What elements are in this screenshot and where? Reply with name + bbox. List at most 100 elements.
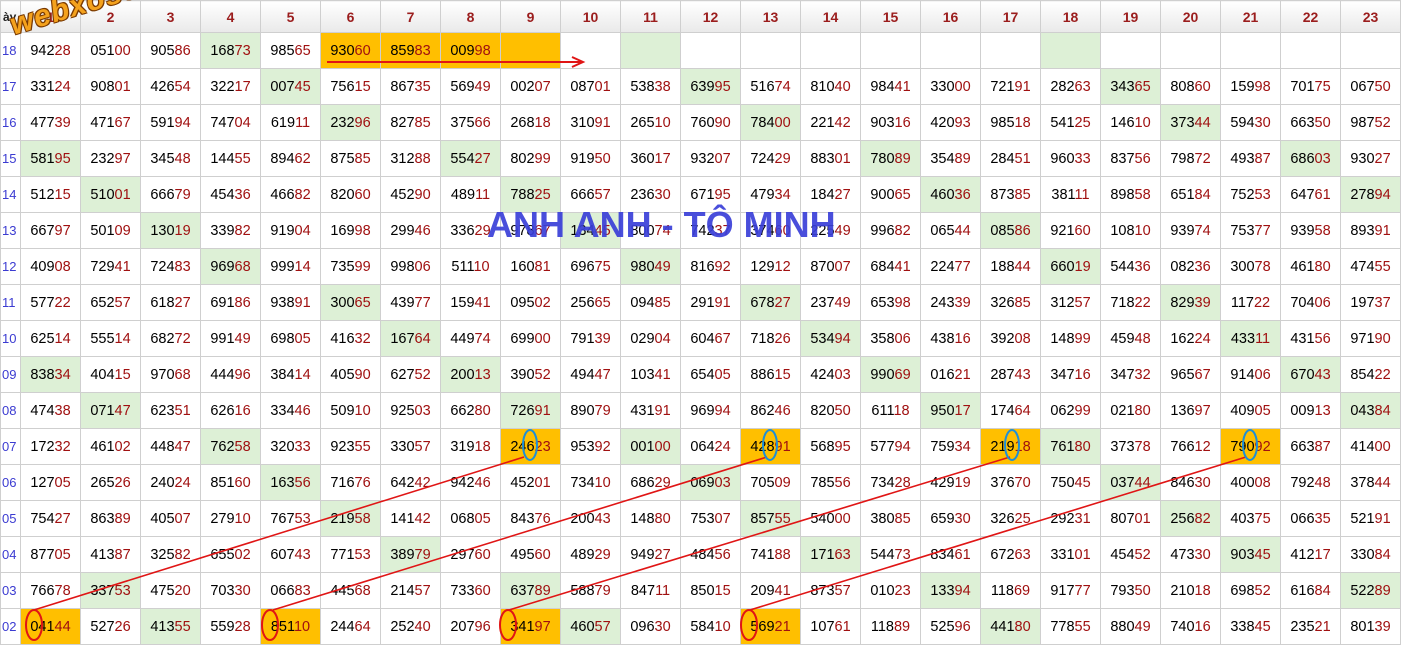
cell-digits-tail: 03 (414, 402, 431, 419)
cell-digits-tail: 46 (474, 474, 491, 491)
number-cell: 32582 (140, 536, 201, 573)
cell-digits-tail: 36 (954, 186, 971, 203)
cell-digits-head: 066 (270, 582, 295, 599)
cell-digits-tail: 55 (1074, 618, 1091, 635)
cell-digits-tail: 45 (1074, 474, 1091, 491)
number-cell: 24024 (140, 464, 201, 501)
cell-digits-tail: 51 (1014, 150, 1031, 167)
cell-digits-tail: 36 (1134, 258, 1151, 275)
cell-digits-head: 200 (450, 366, 475, 383)
number-cell: 18844 (980, 248, 1041, 285)
number-cell: 74188 (740, 536, 801, 573)
cell-digits-tail: 02 (114, 438, 131, 455)
number-cell: 06903 (680, 464, 741, 501)
number-cell: 51674 (740, 68, 801, 105)
cell-digits-tail: 37 (1374, 294, 1391, 311)
cell-digits-head: 726 (510, 402, 535, 419)
number-cell: 93060 (320, 32, 381, 69)
cell-digits-head: 594 (1230, 114, 1255, 131)
number-cell: 00998 (440, 32, 501, 69)
column-header: 3 (140, 0, 201, 33)
cell-digits-head: 107 (810, 618, 835, 635)
cell-digits-head: 256 (1170, 510, 1195, 527)
cell-digits-head: 461 (90, 438, 115, 455)
cell-digits-head: 766 (1170, 438, 1195, 455)
cell-digits-head: 522 (1350, 582, 1375, 599)
cell-digits-head: 244 (330, 618, 355, 635)
cell-digits-head: 682 (150, 330, 175, 347)
number-cell: 34548 (140, 140, 201, 177)
cell-digits-head: 873 (810, 582, 835, 599)
cell-digits-head: 184 (810, 186, 835, 203)
cell-digits-tail: 10 (234, 510, 251, 527)
cell-digits-tail: 16 (894, 114, 911, 131)
cell-digits-tail: 56 (834, 474, 851, 491)
cell-digits-head: 754 (30, 510, 55, 527)
number-cell: 38414 (260, 356, 321, 393)
cell-digits-tail: 84 (1374, 546, 1391, 563)
number-cell: 22142 (800, 104, 861, 141)
cell-digits-head: 117 (1230, 294, 1254, 311)
number-cell: 57722 (20, 284, 81, 321)
number-cell (560, 32, 621, 69)
cell-digits-head: 431 (630, 402, 655, 419)
cell-digits-tail: 03 (834, 366, 851, 383)
cell-digits-head: 691 (210, 294, 235, 311)
cell-digits-head: 051 (90, 42, 115, 59)
number-cell: 56895 (800, 428, 861, 465)
cell-digits-head: 300 (330, 294, 355, 311)
number-cell: 93207 (680, 140, 741, 177)
cell-digits-tail: 00 (954, 78, 971, 95)
cell-digits-head: 651 (1170, 186, 1195, 203)
cell-digits-tail: 43 (1014, 366, 1031, 383)
cell-digits-tail: 84 (1314, 582, 1331, 599)
number-cell: 72483 (140, 248, 201, 285)
cell-digits-tail: 80 (654, 510, 671, 527)
number-cell: 70509 (740, 464, 801, 501)
cell-digits-head: 494 (570, 366, 595, 383)
cell-digits-tail: 61 (1314, 186, 1331, 203)
number-cell: 80139 (1340, 608, 1401, 645)
cell-digits-head: 985 (990, 114, 1015, 131)
cell-digits-head: 085 (990, 222, 1015, 239)
cell-digits-tail: 39 (594, 330, 611, 347)
cell-digits-head: 666 (150, 186, 175, 203)
cell-digits-tail: 69 (894, 366, 911, 383)
number-cell: 26510 (620, 104, 681, 141)
number-cell: 06683 (260, 572, 321, 609)
cell-digits-head: 923 (330, 438, 355, 455)
cell-digits-head: 753 (1230, 222, 1255, 239)
cell-digits-tail: 21 (1314, 618, 1331, 635)
cell-digits-tail: 57 (114, 294, 131, 311)
cell-digits-tail: 15 (714, 582, 731, 599)
cell-digits-tail: 08 (1014, 330, 1031, 347)
cell-digits-tail: 76 (534, 510, 551, 527)
number-cell: 29946 (380, 212, 441, 249)
cell-digits-tail: 47 (594, 366, 611, 383)
row-label: 08 (0, 392, 21, 429)
number-cell: 54125 (1040, 104, 1101, 141)
number-cell: 04144 (20, 608, 81, 645)
cell-digits-head: 890 (570, 402, 595, 419)
number-cell: 60743 (260, 536, 321, 573)
cell-digits-tail: 55 (1374, 258, 1391, 275)
cell-digits-tail: 24 (714, 438, 731, 455)
cell-digits-tail: 18 (893, 402, 910, 419)
cell-digits-head: 859 (390, 42, 415, 59)
cell-digits-tail: 77 (1254, 222, 1271, 239)
cell-digits-tail: 36 (234, 186, 251, 203)
cell-digits-head: 792 (1290, 474, 1315, 491)
number-cell: 78556 (800, 464, 861, 501)
cell-digits-head: 279 (210, 510, 235, 527)
cell-digits-tail: 91 (654, 402, 671, 419)
number-cell: 64761 (1280, 176, 1341, 213)
number-cell: 06805 (440, 500, 501, 537)
number-cell: 16356 (260, 464, 321, 501)
cell-digits-tail: 91 (714, 294, 731, 311)
cell-digits-tail: 60 (234, 474, 251, 491)
column-header: 13 (740, 0, 801, 33)
cell-digits-tail: 98 (354, 222, 371, 239)
cell-digits-head: 325 (150, 546, 175, 563)
cell-digits-tail: 85 (1014, 186, 1031, 203)
cell-digits-tail: 93 (954, 114, 971, 131)
